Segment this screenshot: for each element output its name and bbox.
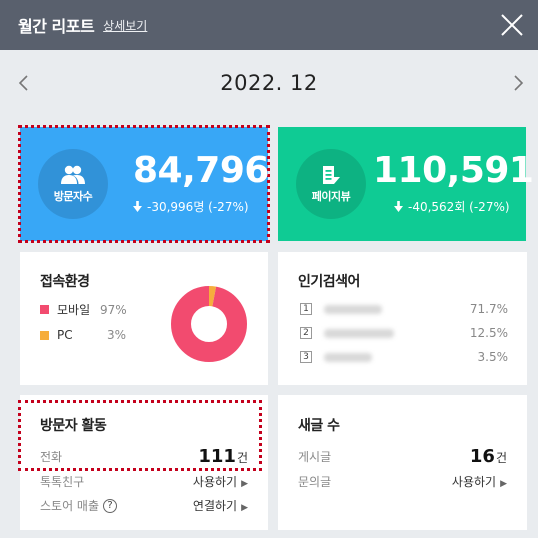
arrow-down-icon: [133, 201, 142, 212]
keyword-row[interactable]: 3 3.5%: [300, 349, 508, 365]
keyword-pct: 71.7%: [469, 302, 508, 316]
visitors-delta-text: -30,996명 (-27%): [147, 200, 249, 214]
access-donut-chart: [171, 286, 247, 362]
keyword-row[interactable]: 1 71.7%: [300, 301, 508, 317]
visitors-label: 방문자수: [53, 189, 93, 203]
rank-box: 1: [300, 303, 312, 315]
mobile-pct: 97%: [100, 302, 127, 317]
store-sales-label: 스토어 매출: [40, 499, 100, 513]
visitors-card[interactable]: 방문자수 84,796 -30,996명 (-27%): [18, 125, 270, 243]
mobile-label: 모바일: [57, 303, 91, 317]
keywords-title: 인기검색어: [298, 274, 360, 290]
month-navigator: 2022. 12: [0, 50, 538, 116]
report-title: 월간 리포트: [18, 17, 95, 36]
pc-label: PC: [57, 328, 73, 342]
chevron-left-icon[interactable]: [14, 73, 34, 93]
donut-slice-mobile: [171, 286, 247, 362]
detail-link[interactable]: 상세보기: [103, 17, 147, 34]
inquiry-label: 문의글: [298, 475, 332, 489]
posts-title: 새글 수: [298, 418, 340, 434]
report-header: 월간 리포트 상세보기: [0, 0, 538, 50]
pageviews-count: 110,591: [373, 150, 534, 191]
blurred-keyword: [324, 328, 394, 338]
post-unit: 건: [495, 451, 507, 465]
inquiry-row: 문의글 사용하기 ▶: [298, 473, 507, 490]
pc-swatch: [40, 330, 49, 340]
new-posts-card: 새글 수 게시글 16 건 문의글 사용하기 ▶: [278, 395, 527, 530]
keyword-row[interactable]: 2 12.5%: [300, 325, 508, 341]
rank-box: 2: [300, 327, 312, 339]
document-icon: [323, 165, 340, 184]
popular-keywords-card[interactable]: 인기검색어 1 71.7% 2 12.5% 3 3.5%: [278, 252, 527, 385]
post-label: 게시글: [298, 450, 332, 464]
caret-right-icon: ▶: [241, 503, 248, 513]
pageviews-change: -40,562회 (-27%): [394, 198, 510, 215]
store-sales-row: 스토어 매출 ? 연결하기 ▶: [40, 497, 248, 514]
access-environment-card[interactable]: 접속환경 모바일 97% PC 3%: [20, 252, 268, 385]
talk-friend-action-text[interactable]: 사용하기: [193, 473, 237, 490]
visitors-badge: 방문자수: [38, 149, 108, 219]
post-count: 16: [469, 446, 495, 467]
keyword-pct: 3.5%: [477, 350, 509, 364]
help-icon[interactable]: ?: [103, 498, 118, 513]
blurred-keyword: [324, 304, 382, 314]
talk-friend-label: 톡톡친구: [40, 475, 85, 489]
users-icon: [61, 165, 85, 184]
current-month: 2022. 12: [220, 71, 318, 95]
post-count-row: 게시글 16 건: [298, 446, 507, 467]
access-title: 접속환경: [40, 274, 90, 290]
caret-right-icon: ▶: [241, 479, 248, 489]
pageviews-label: 페이지뷰: [311, 189, 351, 203]
legend-mobile: 모바일 97%: [40, 301, 127, 318]
store-sales-action[interactable]: 연결하기 ▶: [193, 497, 248, 514]
chevron-right-icon[interactable]: [508, 73, 528, 93]
pageviews-badge: 페이지뷰: [296, 149, 366, 219]
activity-highlight-outline: [18, 400, 262, 471]
blurred-keyword: [324, 352, 372, 362]
arrow-down-icon: [394, 201, 403, 212]
talk-friend-action[interactable]: 사용하기 ▶: [193, 473, 248, 490]
mobile-swatch: [40, 305, 49, 314]
rank-box: 3: [300, 351, 312, 363]
legend-pc: PC 3%: [40, 328, 126, 342]
talk-friend-row: 톡톡친구 사용하기 ▶: [40, 473, 248, 490]
pc-pct: 3%: [106, 328, 126, 342]
inquiry-action-text[interactable]: 사용하기: [452, 473, 496, 490]
visitors-count: 84,796: [133, 150, 269, 191]
caret-right-icon: ▶: [500, 479, 507, 489]
inquiry-action[interactable]: 사용하기 ▶: [452, 473, 507, 490]
keyword-pct: 12.5%: [469, 326, 508, 340]
store-sales-action-text[interactable]: 연결하기: [193, 497, 237, 514]
post-value: 16 건: [470, 446, 507, 467]
close-icon[interactable]: [498, 11, 526, 39]
pageviews-delta-text: -40,562회 (-27%): [408, 200, 510, 214]
pageviews-card[interactable]: 페이지뷰 110,591 -40,562회 (-27%): [278, 127, 534, 241]
visitors-change: -30,996명 (-27%): [133, 198, 249, 215]
